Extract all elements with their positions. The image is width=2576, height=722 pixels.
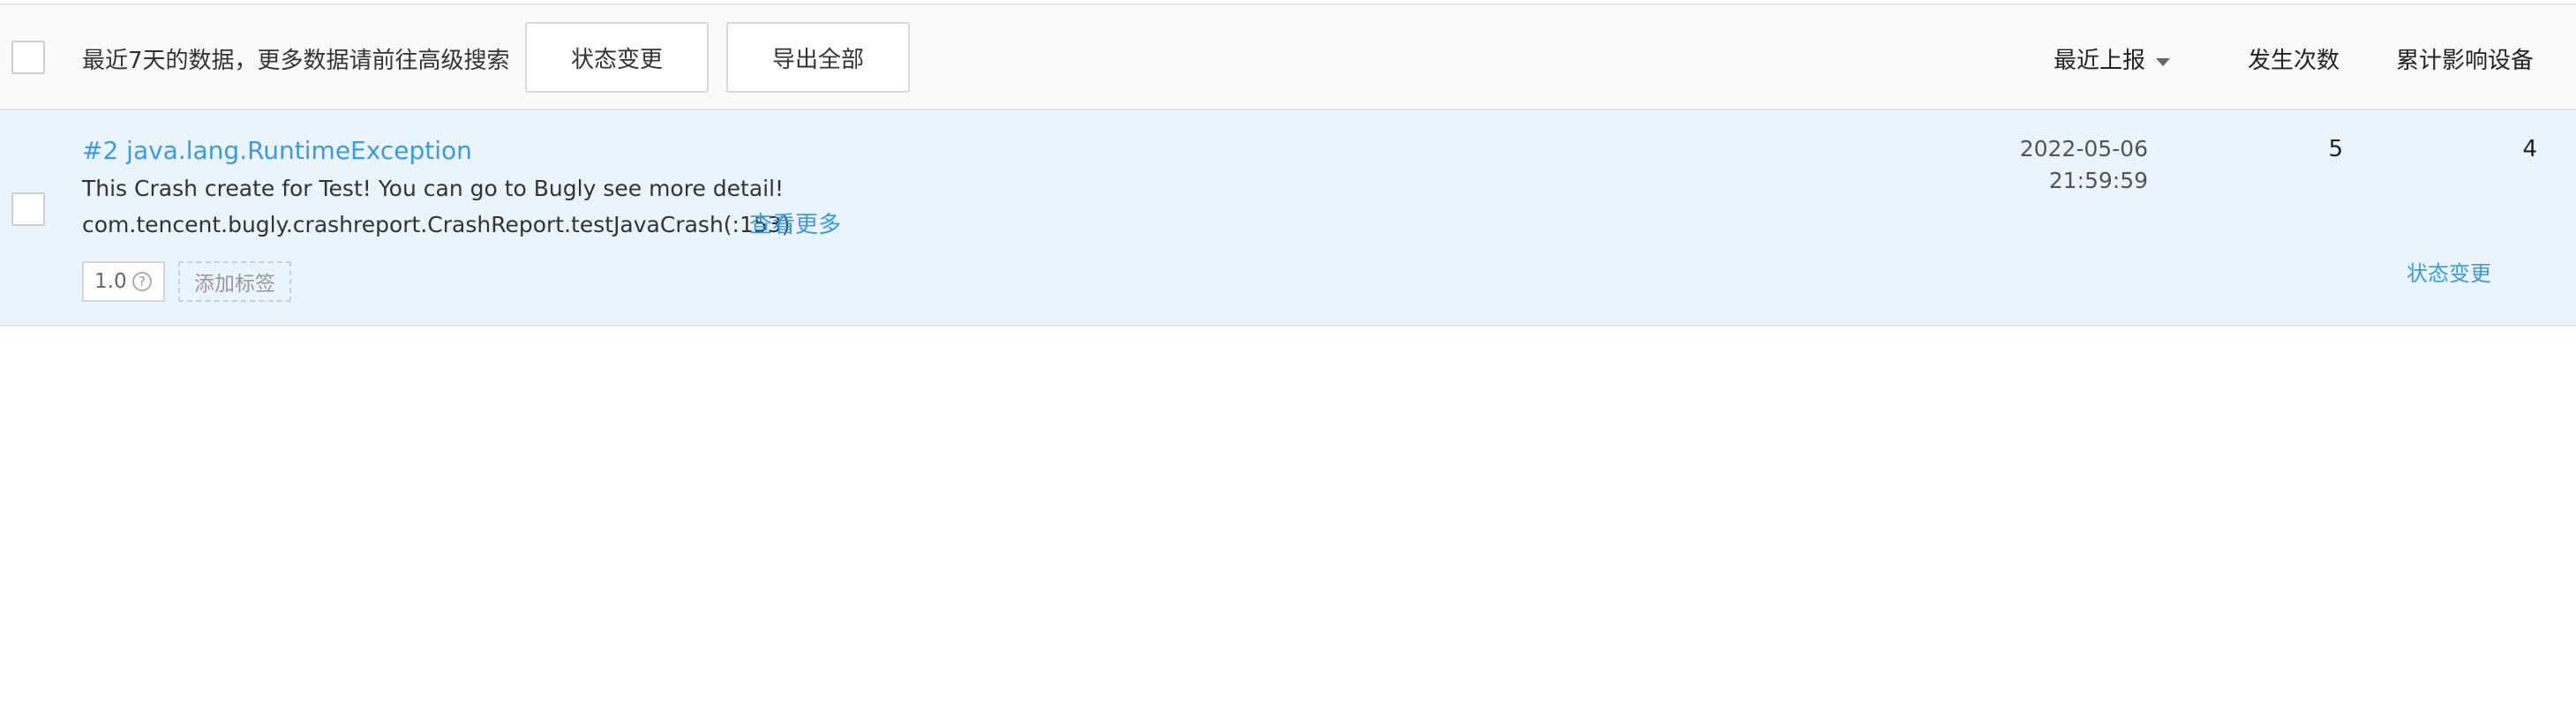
column-affected-devices: 累计影响设备 — [2396, 48, 2535, 74]
view-more-link[interactable]: 查看更多 — [749, 210, 841, 240]
question-circle-icon[interactable]: ? — [132, 272, 152, 291]
last-report-time: 21:59:59 — [2048, 168, 2148, 193]
status-change-button[interactable]: 状态变更 — [525, 22, 709, 93]
crash-list: 最近7天的数据，更多数据请前往高级搜索 状态变更 导出全部 最近上报 发生次数 … — [0, 0, 2576, 722]
last-report-date: 2022-05-06 — [2019, 136, 2148, 162]
version-tag: 1.0 ? — [82, 261, 165, 302]
list-header: 最近7天的数据，更多数据请前往高级搜索 状态变更 导出全部 最近上报 发生次数 … — [0, 5, 2576, 110]
export-all-button[interactable]: 导出全部 — [726, 22, 910, 93]
select-all-checkbox[interactable] — [11, 41, 45, 74]
issue-title-link[interactable]: #2 java.lang.RuntimeException — [82, 134, 472, 168]
issue-message: This Crash create for Test! You can go t… — [82, 176, 785, 201]
add-tag-button[interactable]: 添加标签 — [178, 261, 291, 302]
affected-device-count: 4 — [2522, 136, 2537, 162]
last-report-datetime: 2022-05-06 21:59:59 — [2020, 133, 2148, 197]
issue-stack-frame: com.tencent.bugly.crashreport.CrashRepor… — [82, 212, 791, 237]
data-range-note: 最近7天的数据，更多数据请前往高级搜索 — [82, 48, 510, 74]
caret-down-icon[interactable] — [2156, 58, 2170, 66]
column-occurrences: 发生次数 — [2248, 48, 2340, 74]
version-tag-label: 1.0 — [94, 270, 127, 293]
occurrence-count: 5 — [2328, 136, 2343, 162]
row-checkbox[interactable] — [11, 192, 45, 226]
table-row: #2 java.lang.RuntimeException This Crash… — [0, 110, 2576, 327]
row-status-change-link[interactable]: 状态变更 — [2407, 259, 2491, 289]
column-recent-report[interactable]: 最近上报 — [2054, 45, 2145, 77]
